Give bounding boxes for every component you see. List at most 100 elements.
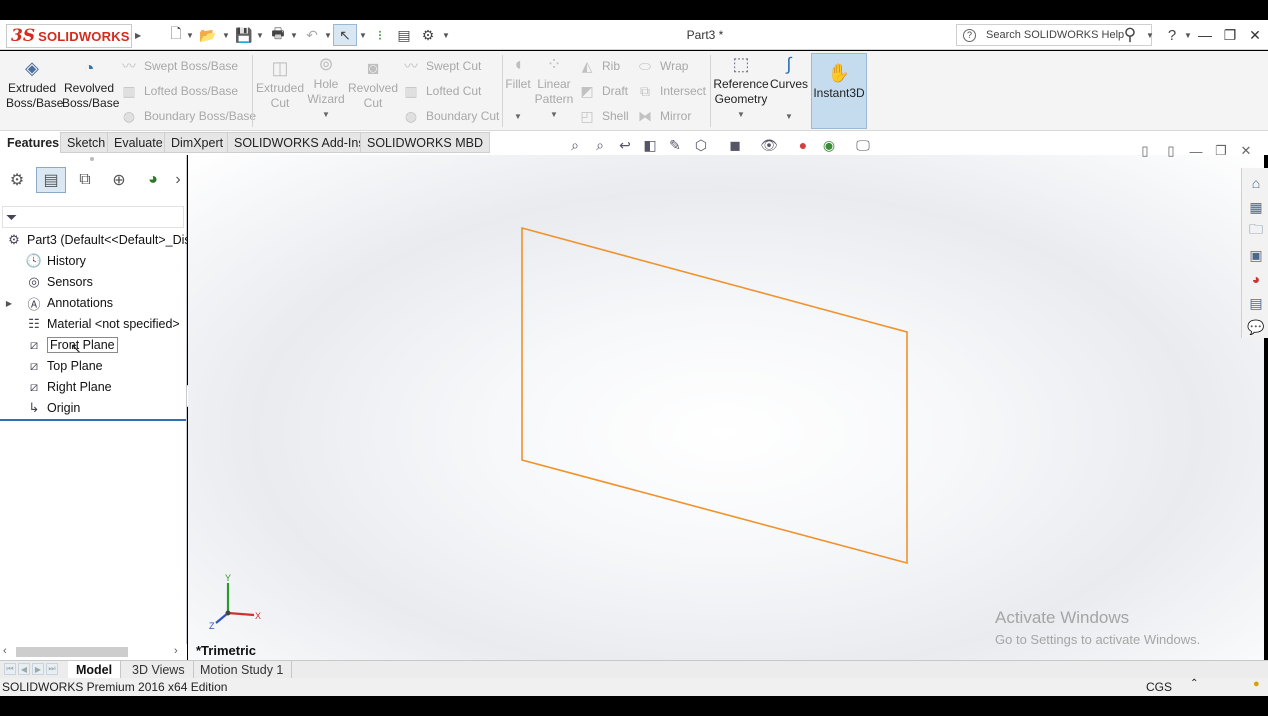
boundary-boss-button[interactable]: ◍ Boundary Boss/Base xyxy=(120,105,256,127)
extruded-cut-button[interactable]: ◫ Extruded Cut xyxy=(256,55,304,111)
new-dropdown-icon[interactable]: ▼ xyxy=(186,26,194,44)
file-properties-icon[interactable]: ▤ xyxy=(394,26,414,44)
rollback-bar[interactable] xyxy=(0,419,186,421)
apply-scene-icon[interactable]: ◉ xyxy=(818,135,840,155)
save-icon[interactable]: 💾 xyxy=(234,26,254,44)
expand-arrow-icon[interactable]: ▶ xyxy=(4,299,14,308)
prev-tab-icon[interactable]: ◀ xyxy=(18,663,30,675)
wrap-button[interactable]: ⬭ Wrap xyxy=(636,55,688,77)
configuration-manager-tab-icon[interactable]: ⧉ xyxy=(70,167,100,193)
shell-button[interactable]: ◰ Shell xyxy=(578,105,628,127)
lofted-boss-button[interactable]: ▥ Lofted Boss/Base xyxy=(120,80,238,102)
mirror-button[interactable]: ⧓ Mirror xyxy=(636,105,691,127)
draft-button[interactable]: ◩ Draft xyxy=(578,80,628,102)
search-magnifier-icon[interactable]: ⚲ xyxy=(1120,25,1140,44)
hide-show-items-icon[interactable]: 👁 xyxy=(758,135,780,155)
print-icon[interactable]: 🖶 xyxy=(268,25,288,44)
section-view-icon[interactable]: ◧ xyxy=(639,135,661,155)
lofted-cut-button[interactable]: ▥ Lofted Cut xyxy=(402,80,481,102)
file-explorer-icon[interactable]: 🗀 xyxy=(1245,220,1267,242)
zoom-to-area-icon[interactable]: ⌕ xyxy=(589,135,611,155)
tab-evaluate[interactable]: Evaluate xyxy=(107,132,170,153)
select-arrow-icon[interactable]: ↖ xyxy=(333,24,357,46)
save-dropdown-icon[interactable]: ▼ xyxy=(256,26,264,44)
tree-item-material[interactable]: ☷ Material <not specified> xyxy=(24,314,180,334)
tab-mbd[interactable]: SOLIDWORKS MBD xyxy=(360,132,490,153)
first-tab-icon[interactable]: ⏮ xyxy=(4,663,16,675)
select-dropdown-icon[interactable]: ▼ xyxy=(359,26,367,44)
design-library-icon[interactable]: ▦ xyxy=(1245,196,1267,218)
units-dropdown-icon[interactable]: ⌃ xyxy=(1190,678,1198,689)
search-dropdown-icon[interactable]: ▼ xyxy=(1146,26,1154,44)
dynamic-annotation-icon[interactable]: ✎ xyxy=(664,135,686,155)
forum-icon[interactable]: 💬 xyxy=(1245,316,1267,338)
boundary-cut-button[interactable]: ◍ Boundary Cut xyxy=(402,105,500,127)
instant3d-button[interactable]: ✋ Instant3D xyxy=(811,53,867,129)
rebuild-status-icon[interactable]: ● xyxy=(1253,678,1260,690)
solidworks-logo[interactable]: 3S SOLIDWORKS xyxy=(6,24,132,48)
tree-item-origin[interactable]: ↳ Origin xyxy=(24,398,81,418)
panel-grip[interactable] xyxy=(90,157,94,161)
display-style-icon[interactable]: ◼ xyxy=(724,135,746,155)
reference-geometry-button[interactable]: ⬚ Reference Geometry ▼ xyxy=(712,51,770,122)
rib-button[interactable]: ◭ Rib xyxy=(578,55,620,77)
options-dropdown-icon[interactable]: ▼ xyxy=(442,26,450,44)
tab-model[interactable]: Model xyxy=(68,661,122,678)
previous-view-icon[interactable]: ↩ xyxy=(614,135,636,155)
zoom-to-fit-icon[interactable]: ⌕ xyxy=(564,135,586,155)
tree-filter[interactable]: ⏷ xyxy=(2,206,184,228)
linear-pattern-dropdown-icon[interactable]: ▼ xyxy=(534,107,574,122)
solidworks-resources-home-icon[interactable]: ⌂ xyxy=(1245,172,1267,194)
viewport-close-icon[interactable]: ✕ xyxy=(1235,141,1257,161)
dimxpert-manager-tab-icon[interactable]: ⊕ xyxy=(104,167,134,193)
fillet-dropdown-icon[interactable]: ▼ xyxy=(504,109,532,124)
more-tabs-chevron-icon[interactable]: › xyxy=(170,167,186,193)
tree-item-annotations[interactable]: ▶ Ⓐ Annotations xyxy=(4,293,113,313)
tab-sketch[interactable]: Sketch xyxy=(60,132,113,153)
next-tab-icon[interactable]: ▶ xyxy=(32,663,44,675)
intersect-button[interactable]: ⧉ Intersect xyxy=(636,80,706,102)
reference-geometry-dropdown-icon[interactable]: ▼ xyxy=(712,107,770,122)
edit-appearance-icon[interactable]: ● xyxy=(792,135,814,155)
tab-features[interactable]: Features xyxy=(0,132,67,153)
tab-dimxpert[interactable]: DimXpert xyxy=(164,132,231,153)
tree-root-part[interactable]: ⚙ Part3 (Default<<Default>_Disp xyxy=(4,230,197,250)
undo-icon[interactable]: ↶ xyxy=(302,26,322,44)
help-dropdown-icon[interactable]: ▼ xyxy=(1184,26,1192,44)
display-manager-tab-icon[interactable]: ◕ xyxy=(138,167,168,193)
revolved-boss-button[interactable]: ◔ Revolved Boss/Base xyxy=(62,55,119,111)
options-gear-icon[interactable]: ⚙ xyxy=(418,26,438,44)
swept-boss-button[interactable]: 〰 Swept Boss/Base xyxy=(120,55,238,77)
property-manager-tab-icon[interactable]: ▤ xyxy=(36,167,66,193)
view-settings-icon[interactable]: 🖵 xyxy=(852,135,874,155)
tree-item-history[interactable]: 🕓 History xyxy=(24,251,86,271)
open-folder-icon[interactable]: 📂 xyxy=(198,26,218,44)
tree-item-top-plane[interactable]: ⧄ Top Plane xyxy=(24,356,103,376)
tab-3d-views[interactable]: 3D Views xyxy=(124,661,194,678)
hole-wizard-dropdown-icon[interactable]: ▼ xyxy=(304,107,348,122)
curves-dropdown-icon[interactable]: ▼ xyxy=(770,109,808,124)
hole-wizard-button[interactable]: ⊚ Hole Wizard ▼ xyxy=(304,51,348,122)
rebuild-traffic-light-icon[interactable]: ⁝ xyxy=(370,26,390,44)
scroll-thumb[interactable] xyxy=(16,647,128,657)
tab-addins[interactable]: SOLIDWORKS Add-Ins xyxy=(227,132,372,153)
linear-pattern-button[interactable]: ⁘ Linear Pattern ▼ xyxy=(534,51,574,122)
swept-cut-button[interactable]: 〰 Swept Cut xyxy=(402,55,481,77)
new-document-icon[interactable]: 🗋 xyxy=(166,25,186,44)
tree-horizontal-scrollbar[interactable]: ‹ › xyxy=(0,644,187,660)
appearances-scenes-icon[interactable]: ◕ xyxy=(1245,268,1267,290)
view-palette-icon[interactable]: ▣ xyxy=(1245,244,1267,266)
tree-item-right-plane[interactable]: ⧄ Right Plane xyxy=(24,377,112,397)
front-plane-outline[interactable] xyxy=(521,226,908,565)
custom-properties-icon[interactable]: ▤ xyxy=(1245,292,1267,314)
unit-system-selector[interactable]: CGS xyxy=(1146,680,1172,694)
restore-window-icon[interactable]: ❐ xyxy=(1219,25,1241,45)
tree-item-sensors[interactable]: ◎ Sensors xyxy=(24,272,93,292)
feature-manager-tab-icon[interactable]: ⚙ xyxy=(2,167,32,193)
menu-expand-icon[interactable]: ▶ xyxy=(135,26,143,44)
scroll-right-icon[interactable]: › xyxy=(174,645,178,657)
fillet-button[interactable]: ◖ Fillet ▼ xyxy=(504,51,532,124)
curves-button[interactable]: ∫ Curves ▼ xyxy=(770,51,808,124)
last-tab-icon[interactable]: ⏭ xyxy=(46,663,58,675)
tab-motion-study-1[interactable]: Motion Study 1 xyxy=(192,661,293,678)
